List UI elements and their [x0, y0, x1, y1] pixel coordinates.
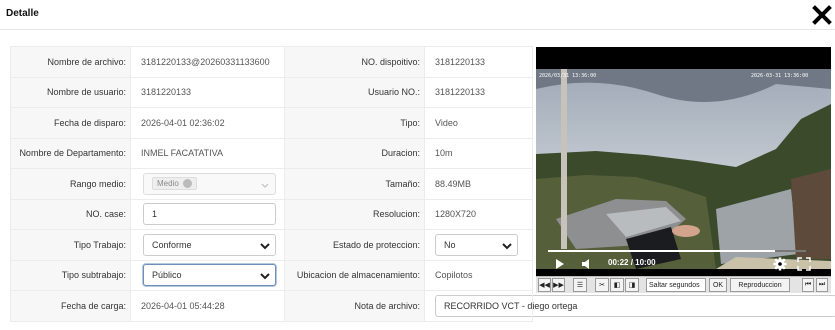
time-display: 00:22 / 10:00	[608, 258, 656, 267]
current-time: 00:22	[608, 258, 629, 267]
clip-end-icon: ◨	[628, 282, 636, 289]
rewind-icon: ◀◀	[539, 282, 550, 289]
user-name-value: 3181220133	[130, 76, 285, 108]
list-icon: ☰	[576, 282, 584, 289]
forward-icon: ▶▶	[553, 282, 564, 289]
rewind-button[interactable]: ◀◀	[538, 278, 551, 292]
chevron-down-icon	[260, 243, 270, 250]
cut-button[interactable]: ✂	[595, 278, 609, 292]
scissors-icon: ✂	[599, 282, 605, 289]
video-player[interactable]: 2026/03/31 13:36:00 2026-03-31 13:36:00 …	[536, 47, 831, 293]
duration-label: Duracion:	[284, 137, 425, 169]
table-row: Rango medio: Medio Tamaño: 88.49MB	[10, 168, 533, 200]
work-type-label: Tipo Trabajo:	[10, 229, 131, 261]
dialog-title: Detalle	[6, 8, 39, 19]
resolution-label: Resolucion:	[284, 198, 425, 230]
trigger-date-value: 2026-04-01 02:36:02	[130, 107, 285, 139]
medium-range-select[interactable]: Medio	[143, 172, 276, 195]
device-label: NO. dispoitivo:	[284, 46, 425, 78]
detail-table: Nombre de archivo: 3181220133@2026033113…	[10, 46, 835, 322]
work-type-value: Conforme	[152, 239, 192, 250]
chevron-down-icon	[260, 273, 270, 280]
case-no-input[interactable]: 1	[143, 203, 276, 226]
skip-forward-icon: ⏭	[818, 281, 826, 288]
type-value: Video	[424, 107, 533, 139]
skip-seconds-input[interactable]: Saltar segundos	[646, 278, 706, 292]
table-row: NO. case: 1 Resolucion: 1280X720	[10, 198, 533, 230]
protection-label: Estado de proteccion:	[284, 229, 425, 261]
chevron-down-icon	[261, 183, 269, 188]
device-value: 3181220133	[424, 46, 533, 78]
upload-date-label: Fecha de carga:	[10, 290, 131, 322]
player-toolbar: ◀◀ ▶▶ ☰ ✂ ◧ ◨ Saltar segundos OK Reprodu…	[536, 276, 831, 293]
user-no-label: Usuario NO.:	[284, 76, 425, 108]
forward-button[interactable]: ▶▶	[552, 278, 565, 292]
protection-value: No	[444, 239, 456, 250]
size-label: Tamaño:	[284, 168, 425, 200]
table-row: Nombre de Departamento: INMEL FACATATIVA…	[10, 137, 533, 169]
play-icon[interactable]	[555, 258, 565, 270]
gear-icon[interactable]	[773, 257, 787, 271]
upload-date-value: 2026-04-01 05:44:28	[130, 290, 285, 322]
table-row: Tipo Trabajo: Conforme Estado de protecc…	[10, 229, 533, 261]
user-name-label: Nombre de usuario:	[10, 76, 131, 108]
dialog-header: Detalle	[0, 0, 835, 30]
fullscreen-icon[interactable]	[797, 257, 811, 271]
ok-button[interactable]: OK	[709, 278, 727, 292]
tag-remove-icon[interactable]	[182, 179, 192, 189]
table-row: Nombre de archivo: 3181220133@2026033113…	[10, 46, 533, 78]
department-value: INMEL FACATATIVA	[130, 137, 285, 169]
skip-back-icon: ⏮	[804, 281, 812, 288]
user-no-value: 3181220133	[424, 76, 533, 108]
clip-end-button[interactable]: ◨	[625, 278, 639, 292]
table-row: Nombre de usuario: 3181220133 Usuario NO…	[10, 76, 533, 108]
work-subtype-value: Público	[152, 270, 182, 281]
file-name-value: 3181220133@20260331133600	[130, 46, 285, 78]
medium-range-tag: Medio	[152, 177, 197, 191]
playback-button[interactable]: Reproduccion	[730, 278, 790, 292]
case-no-label: NO. case:	[10, 198, 131, 230]
file-note-input[interactable]: RECORRIDO VCT - diego ortega	[435, 294, 835, 317]
volume-icon[interactable]	[581, 258, 593, 270]
type-label: Tipo:	[284, 107, 425, 139]
osd-timestamp-right: 2026-03-31 13:36:00	[751, 73, 809, 79]
table-row: Fecha de disparo: 2026-04-01 02:36:02 Ti…	[10, 107, 533, 139]
size-value: 88.49MB	[424, 168, 533, 200]
osd-timestamp-left: 2026/03/31 13:36:00	[539, 73, 597, 79]
storage-label: Ubicacion de almacenamiento:	[284, 259, 425, 291]
work-subtype-select[interactable]: Público	[143, 264, 276, 287]
video-frame	[536, 69, 831, 269]
work-type-select[interactable]: Conforme	[143, 233, 276, 256]
resolution-value: 1280X720	[424, 198, 533, 230]
next-button[interactable]: ⏭	[816, 278, 828, 292]
table-row: Fecha de carga: 2026-04-01 05:44:28 Nota…	[10, 290, 835, 322]
storage-value: Copilotos	[424, 259, 533, 291]
protection-select[interactable]: No	[435, 233, 518, 256]
total-time: 10:00	[635, 258, 656, 267]
table-row: Tipo subtrabajo: Público Ubicacion de al…	[10, 259, 533, 291]
list-button[interactable]: ☰	[573, 278, 587, 292]
medium-range-tag-label: Medio	[157, 179, 179, 189]
department-label: Nombre de Departamento:	[10, 137, 131, 169]
duration-value: 10m	[424, 137, 533, 169]
progress-fill	[548, 250, 776, 252]
file-name-label: Nombre de archivo:	[10, 46, 131, 78]
prev-button[interactable]: ⏮	[802, 278, 814, 292]
medium-range-label: Rango medio:	[10, 168, 131, 200]
trigger-date-label: Fecha de disparo:	[10, 107, 131, 139]
close-icon[interactable]	[811, 4, 833, 26]
clip-start-button[interactable]: ◧	[610, 278, 624, 292]
progress-bar[interactable]	[548, 250, 806, 252]
file-note-label: Nota de archivo:	[284, 290, 425, 322]
chevron-down-icon	[502, 243, 512, 250]
work-subtype-label: Tipo subtrabajo:	[10, 259, 131, 291]
clip-start-icon: ◧	[613, 282, 621, 289]
